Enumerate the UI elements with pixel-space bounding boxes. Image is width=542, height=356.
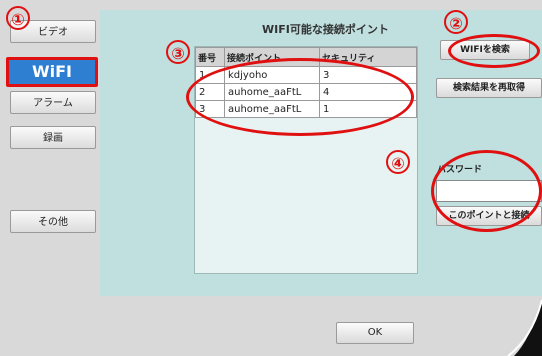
row-ssid: auhome_aaFtL (224, 83, 320, 101)
nav-alarm-button[interactable]: アラーム (10, 91, 96, 114)
table-row[interactable]: 3 auhome_aaFtL 1 (195, 100, 417, 118)
access-point-list: 番号 接続ポイント セキュリティ 1 kdjyoho 3 2 auhome_aa… (194, 46, 418, 274)
column-header-ssid: 接続ポイント (224, 47, 320, 67)
column-header-number: 番号 (195, 47, 225, 67)
table-row[interactable]: 2 auhome_aaFtL 4 (195, 83, 417, 101)
table-row[interactable]: 1 kdjyoho 3 (195, 66, 417, 84)
column-header-security: セキュリティ (319, 47, 417, 67)
nav-recording-button[interactable]: 録画 (10, 126, 96, 149)
nav-other-button[interactable]: その他 (10, 210, 96, 233)
access-point-table: 番号 接続ポイント セキュリティ 1 kdjyoho 3 2 auhome_aa… (195, 47, 417, 118)
row-security: 1 (319, 100, 417, 118)
row-security: 4 (319, 83, 417, 101)
annotation-badge-1: ① (6, 6, 30, 30)
page-title: WIFI可能な接続ポイント (262, 23, 389, 36)
rescan-results-button[interactable]: 検索結果を再取得 (436, 78, 542, 98)
row-number: 1 (195, 66, 225, 84)
row-number: 2 (195, 83, 225, 101)
row-ssid: auhome_aaFtL (224, 100, 320, 118)
row-ssid: kdjyoho (224, 66, 320, 84)
password-field[interactable] (436, 180, 542, 202)
ok-button[interactable]: OK (336, 322, 414, 344)
annotation-badge-4: ④ (386, 150, 410, 174)
corner-shadow-decoration (507, 300, 542, 356)
nav-wifi-button[interactable]: WiFI (6, 57, 98, 87)
row-security: 3 (319, 66, 417, 84)
annotation-badge-2: ② (444, 10, 468, 34)
password-label: パスワード (437, 165, 483, 175)
row-number: 3 (195, 100, 225, 118)
annotation-badge-3: ③ (166, 40, 190, 64)
connect-point-button[interactable]: このポイントと接続 (436, 206, 542, 226)
wifi-search-button[interactable]: WIFIを検索 (440, 40, 530, 60)
